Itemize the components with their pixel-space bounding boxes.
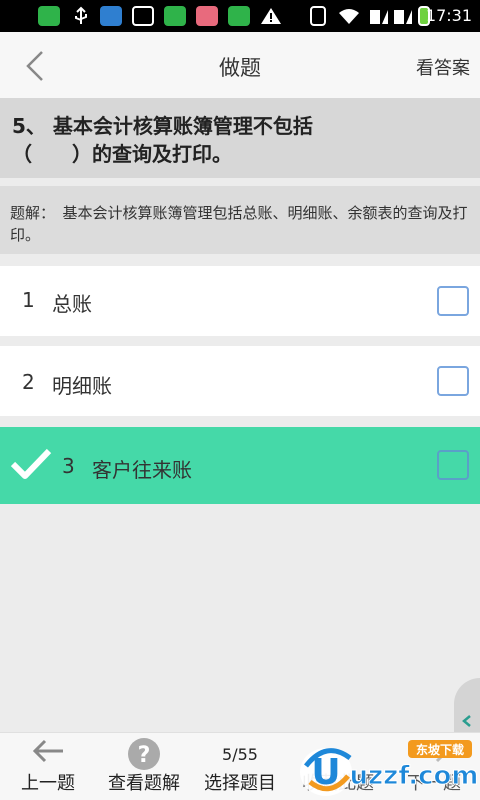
signal-icon-1 (368, 6, 390, 26)
prev-question-label: 上一题 (21, 773, 75, 794)
signal-icon-2 (392, 6, 414, 26)
question-progress: 5/55 (222, 745, 258, 764)
option-checkbox[interactable] (437, 286, 469, 316)
next-question-button[interactable]: 下一题 (388, 733, 480, 800)
app-icon (164, 6, 186, 26)
page-title: 做题 (219, 56, 261, 80)
camera-icon (132, 6, 154, 26)
warning-icon (260, 6, 282, 26)
wifi-icon (338, 6, 360, 26)
vibrate-icon (310, 6, 326, 26)
option-2[interactable]: 2 明细账 (0, 346, 480, 416)
weather-icon (100, 6, 122, 26)
view-explanation-label: 查看题解 (108, 773, 180, 794)
prev-question-button[interactable]: 上一题 (0, 733, 96, 800)
option-label: 总账 (52, 292, 92, 316)
usb-icon (70, 6, 92, 26)
option-number: 3 (62, 454, 75, 478)
chevron-left-icon (26, 51, 43, 81)
message-icon (38, 6, 60, 26)
option-label: 明细账 (52, 374, 112, 398)
question-text: 5、 基本会计核算账簿管理不包括（ ）的查询及打印。 (12, 114, 313, 166)
chevron-left-icon (462, 715, 471, 727)
svg-text:?: ? (138, 743, 151, 768)
favorite-question-button[interactable]: 收藏此题 (290, 733, 386, 800)
next-question-label: 下一题 (407, 773, 461, 794)
option-checkbox[interactable] (437, 450, 469, 480)
arrow-left-icon (32, 739, 63, 763)
help-icon: ? (128, 738, 160, 770)
browser-icon (228, 6, 250, 26)
explanation-text: 题解： 基本会计核算账簿管理包括总账、明细账、余额表的查询及打印。 (10, 204, 468, 244)
option-1[interactable]: 1 总账 (0, 266, 480, 336)
select-question-label: 选择题目 (204, 773, 276, 794)
status-bar: 17:31 (0, 0, 480, 32)
select-question-button[interactable]: 5/55 选择题目 (192, 733, 288, 800)
question-panel: 5、 基本会计核算账簿管理不包括（ ）的查询及打印。 (0, 98, 480, 178)
title-bar: 做题 看答案 (0, 32, 480, 98)
option-3[interactable]: 3 客户往来账 (0, 427, 480, 504)
option-number: 1 (22, 288, 35, 312)
back-button[interactable] (16, 46, 56, 86)
option-label: 客户往来账 (92, 458, 192, 482)
option-number: 2 (22, 370, 35, 394)
view-explanation-button[interactable]: ? 查看题解 (98, 733, 190, 800)
checkmark-icon (10, 448, 52, 479)
bottom-toolbar: 上一题 ? 查看题解 5/55 选择题目 收藏此题 下一题 (0, 732, 480, 800)
gallery-icon (196, 6, 218, 26)
arrow-right-icon (419, 739, 450, 763)
option-checkbox[interactable] (437, 366, 469, 396)
status-time: 17:31 (425, 6, 472, 25)
view-answer-button[interactable]: 看答案 (416, 54, 470, 80)
explanation-panel: 题解： 基本会计核算账簿管理包括总账、明细账、余额表的查询及打印。 (0, 186, 480, 254)
favorite-question-label: 收藏此题 (302, 773, 374, 794)
